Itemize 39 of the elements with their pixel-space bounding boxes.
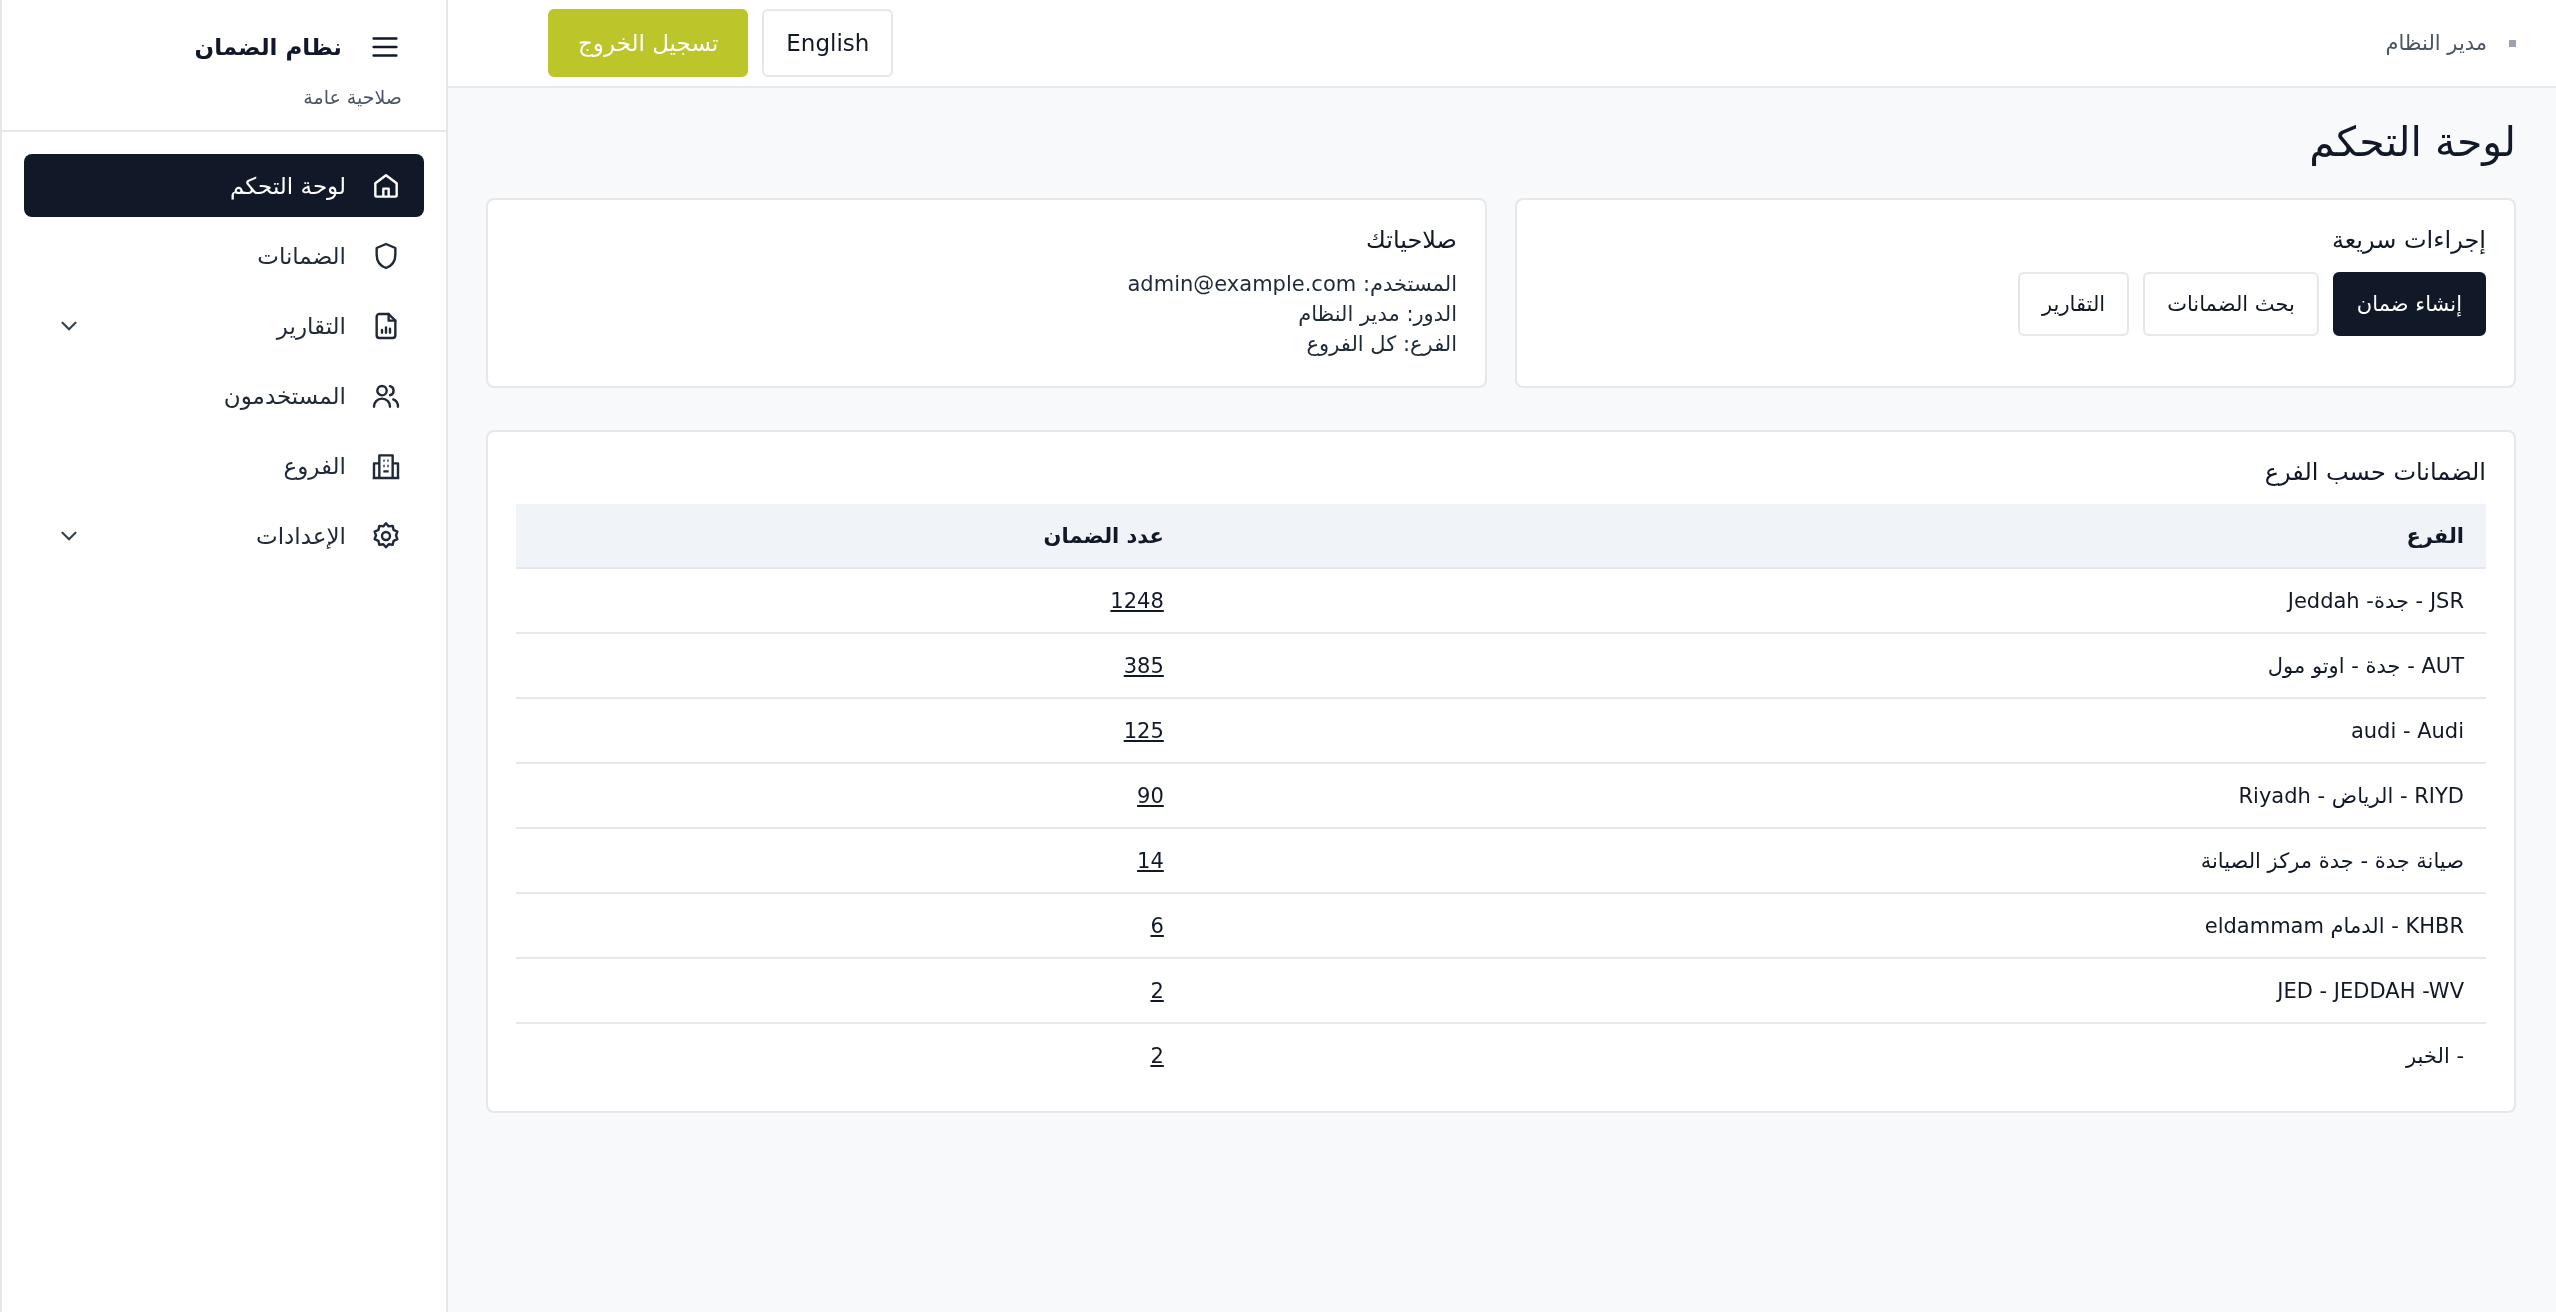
permission-line: الدور: مدير النظام: [1297, 302, 1457, 326]
table-cell: RIYD - الرياض - Riyadh: [1185, 763, 2486, 828]
table-cell: audi - Audi: [1185, 698, 2486, 763]
column-header: الفرع: [1185, 504, 2486, 568]
table-cell: AUT - جدة - اوتو مول: [1185, 633, 2486, 698]
sidebar-item[interactable]: التقارير: [24, 294, 424, 357]
count-link[interactable]: 2: [1150, 1043, 1164, 1068]
count-link[interactable]: 14: [1137, 848, 1164, 873]
card-title: صلاحياتك: [1365, 226, 1457, 254]
column-header: عدد الضمان: [516, 504, 1186, 568]
count-link[interactable]: 385: [1123, 653, 1164, 678]
action-button[interactable]: بحث الضمانات: [2143, 272, 2319, 336]
count-link[interactable]: 90: [1137, 783, 1164, 808]
card-title: إجراءات سريعة: [2330, 226, 2486, 254]
card-title: الضمانات حسب الفرع: [2263, 458, 2486, 486]
permission-line: الفرع: كل الفروع: [1305, 332, 1457, 356]
top-button[interactable]: English: [762, 9, 894, 77]
table-cell: صيانة جدة - جدة مركز الصيانة: [1185, 828, 2486, 893]
count-link[interactable]: 6: [1150, 913, 1164, 938]
action-button[interactable]: إنشاء ضمان: [2332, 272, 2486, 336]
count-link[interactable]: 1248: [1110, 588, 1164, 613]
table-cell: JSR - جدة- Jeddah: [1185, 568, 2486, 633]
count-link[interactable]: 2: [1150, 978, 1164, 1003]
permission-line: المستخدم: admin@example.com: [1126, 272, 1457, 296]
sidebar-item[interactable]: الإعدادات: [24, 504, 424, 567]
user-role: مدير النظام: [2385, 31, 2487, 55]
permission-label: صلاحية عامة: [302, 86, 402, 108]
table-cell: JED - JEDDAH -WV: [1185, 958, 2486, 1023]
sidebar-item[interactable]: الضمانات: [24, 224, 424, 287]
bullet-icon: [2509, 39, 2516, 47]
table-cell: KHBR - الدمام eldammam: [1185, 893, 2486, 958]
action-button[interactable]: التقارير: [2017, 272, 2130, 336]
sidebar-item[interactable]: الفروع: [24, 434, 424, 497]
table-cell: - الخبر: [1185, 1023, 2486, 1087]
sidebar-item[interactable]: المستخدمون: [24, 364, 424, 427]
count-link[interactable]: 125: [1123, 718, 1164, 743]
sidebar-item[interactable]: لوحة التحكم: [24, 154, 424, 217]
app-title: نظام الضمان: [194, 34, 342, 60]
page-title: لوحة التحكم: [2308, 118, 2516, 166]
